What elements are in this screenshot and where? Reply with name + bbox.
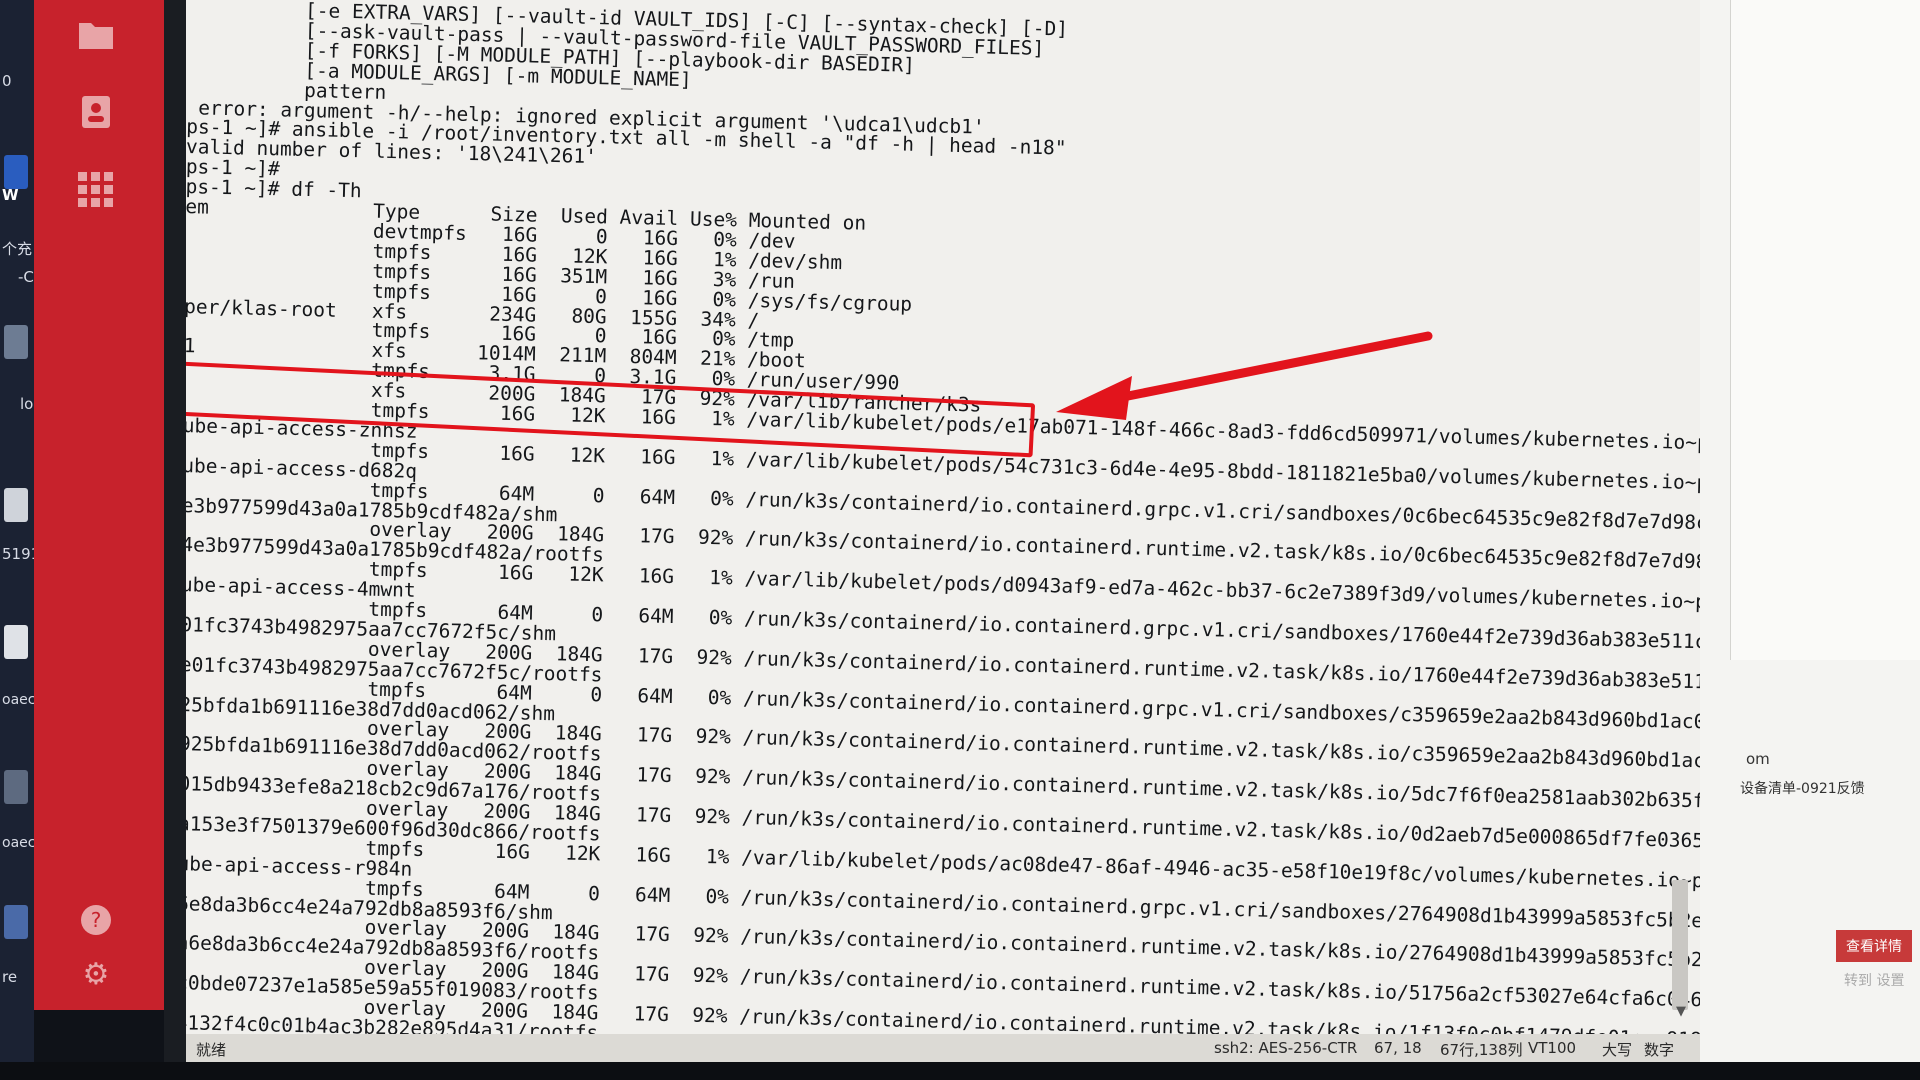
window-gap — [164, 0, 186, 1080]
apps-grid-icon[interactable] — [74, 168, 118, 212]
document-icon[interactable] — [4, 488, 28, 522]
status-terminal-type: VT100 — [1528, 1039, 1577, 1057]
file-icon-2[interactable] — [4, 770, 28, 804]
app-sidebar: ? ⚙ — [34, 0, 164, 1010]
desktop-label-2: lo — [20, 395, 34, 413]
contacts-icon[interactable] — [74, 90, 118, 134]
terminal-statusbar: 就绪 ssh2: AES-256-CTR 67, 18 67行,138列 VT1… — [186, 1034, 1700, 1062]
view-details-button[interactable]: 查看详情 — [1836, 930, 1912, 962]
settings-glyph: ⚙ — [82, 956, 110, 992]
taskbar — [0, 1062, 1920, 1080]
desktop-label-6: re — [2, 968, 18, 986]
terminal-scrollbar[interactable] — [1672, 880, 1688, 1010]
status-num: 数字 — [1644, 1041, 1675, 1059]
status-position: 67, 18 — [1374, 1039, 1422, 1057]
background-window: om 设备清单-0921反馈 查看详情 转到 设置 — [1700, 0, 1920, 1080]
bg-doc-label: 设备清单-0921反馈 — [1740, 781, 1865, 797]
desktop-label-stretch: 个充 — [2, 240, 33, 258]
desktop-label-4: oaec — [2, 692, 36, 708]
folder-icon[interactable] — [74, 12, 118, 56]
file-icon[interactable] — [4, 325, 28, 359]
goto-settings-link[interactable]: 转到 设置 — [1844, 970, 1904, 990]
desktop-label-0: 0 — [2, 72, 12, 90]
status-cipher: ssh2: AES-256-CTR — [1214, 1039, 1358, 1057]
status-caps: 大写 — [1602, 1041, 1633, 1059]
desktop-icon-strip: 0 W 个充 -C lo 5191 oaec oaec re — [0, 0, 40, 1080]
terminal-output[interactable]: [-e EXTRA_VARS] [--vault-id VAULT_IDS] [… — [186, 0, 1700, 1050]
desktop-label-1: -C — [18, 268, 34, 286]
status-rowcol: 67行,138列 — [1440, 1041, 1523, 1059]
file-icon-3[interactable] — [4, 905, 28, 939]
terminal-window[interactable]: [-e EXTRA_VARS] [--vault-id VAULT_IDS] [… — [186, 0, 1700, 1050]
desktop-label-5: oaec — [2, 835, 36, 851]
scroll-down-icon[interactable]: ▼ — [1676, 1004, 1686, 1019]
document-icon-2[interactable] — [4, 625, 28, 659]
help-glyph: ? — [91, 908, 102, 932]
background-document — [1730, 0, 1920, 660]
word-letter: W — [2, 186, 19, 204]
status-ready: 就绪 — [196, 1041, 227, 1059]
help-icon[interactable]: ? — [74, 898, 118, 942]
word-app-icon[interactable] — [4, 155, 28, 189]
bg-label-om: om — [1746, 750, 1770, 768]
settings-icon[interactable]: ⚙ — [74, 952, 118, 996]
